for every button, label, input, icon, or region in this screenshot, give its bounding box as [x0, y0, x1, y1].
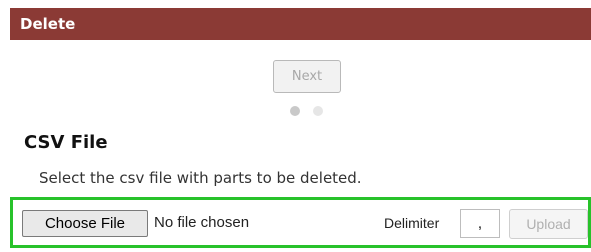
section-description: Select the csv file with parts to be del…: [39, 169, 362, 187]
delimiter-input[interactable]: ,: [460, 209, 500, 238]
panel-title: Delete: [10, 8, 591, 40]
step-indicator-dot-active: [290, 106, 300, 116]
file-upload-row: Choose File No file chosen Delimiter , U…: [10, 197, 591, 248]
next-button[interactable]: Next: [273, 60, 341, 93]
delete-panel: Delete Next CSV File Select the csv file…: [10, 8, 591, 252]
step-indicator-dot: [313, 106, 323, 116]
section-title: CSV File: [24, 132, 108, 153]
choose-file-button[interactable]: Choose File: [22, 210, 148, 237]
file-status-text: No file chosen: [154, 214, 250, 231]
upload-button[interactable]: Upload: [509, 209, 588, 239]
delimiter-label: Delimiter: [384, 215, 440, 231]
